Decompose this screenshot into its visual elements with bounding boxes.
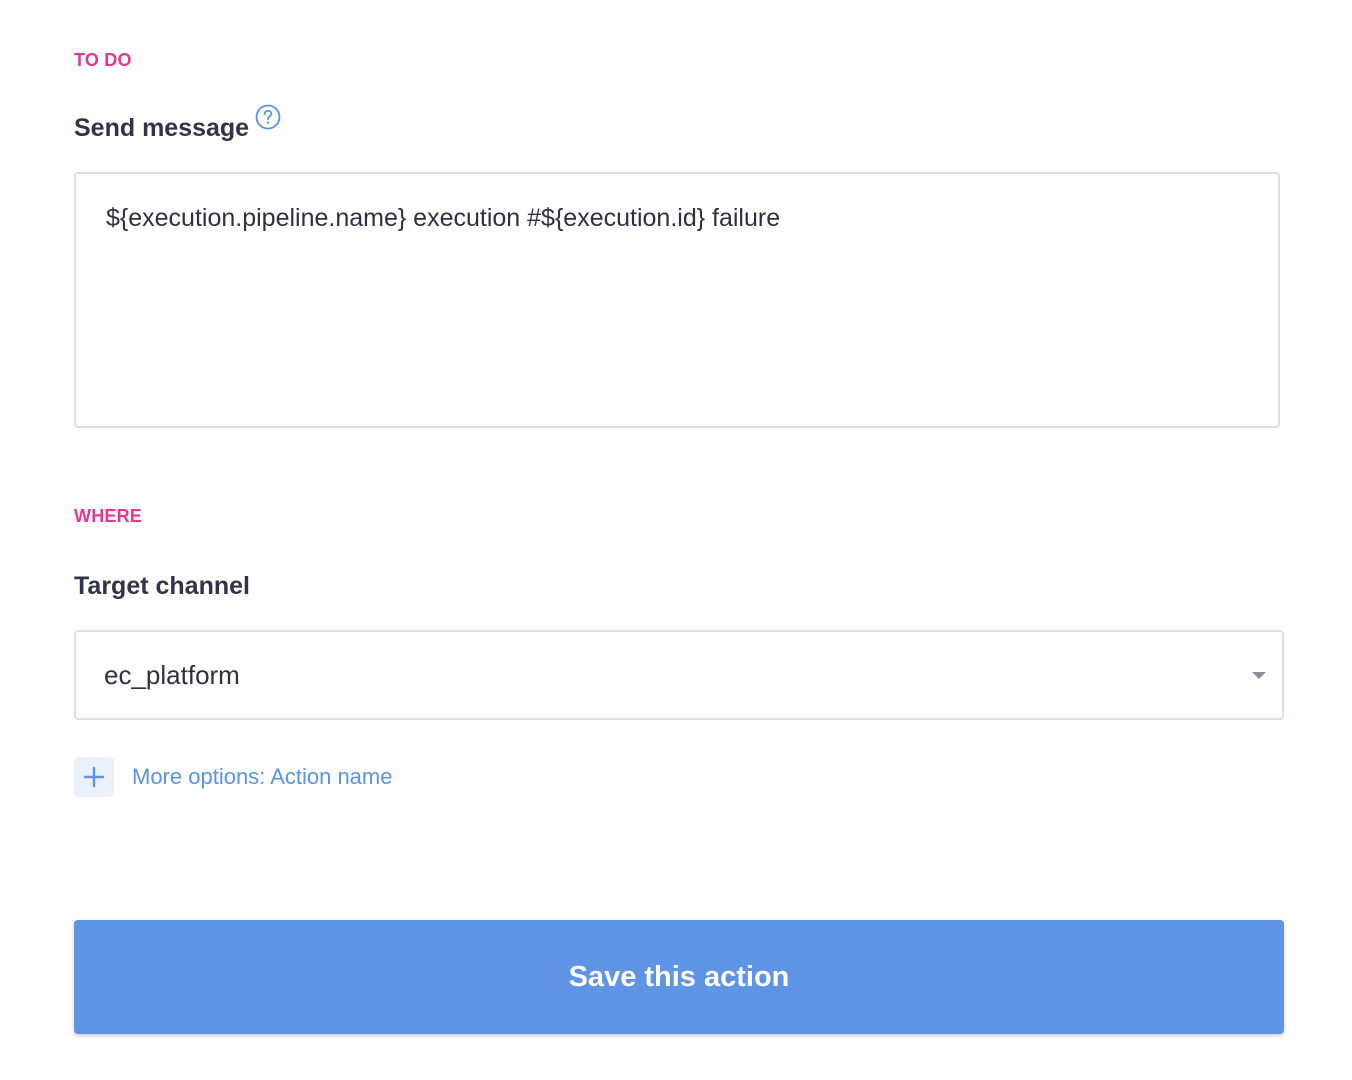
target-channel-select[interactable]: ec_platform — [74, 630, 1284, 720]
save-action-button[interactable]: Save this action — [74, 920, 1284, 1034]
send-message-label: Send message — [74, 104, 281, 143]
target-channel-value: ec_platform — [104, 659, 240, 690]
more-options-label[interactable]: More options: Action name — [132, 764, 392, 790]
where-section-label: WHERE — [74, 506, 142, 526]
message-textarea[interactable] — [74, 172, 1280, 428]
target-channel-label: Target channel — [74, 572, 250, 601]
caret-down-icon — [1252, 671, 1266, 679]
question-circle-icon[interactable] — [255, 104, 281, 130]
todo-section-label: TO DO — [74, 50, 132, 70]
send-message-label-text: Send message — [74, 114, 250, 142]
plus-icon[interactable] — [74, 757, 114, 797]
more-options-toggle[interactable]: More options: Action name — [74, 757, 392, 797]
target-channel-label-text: Target channel — [74, 572, 250, 600]
